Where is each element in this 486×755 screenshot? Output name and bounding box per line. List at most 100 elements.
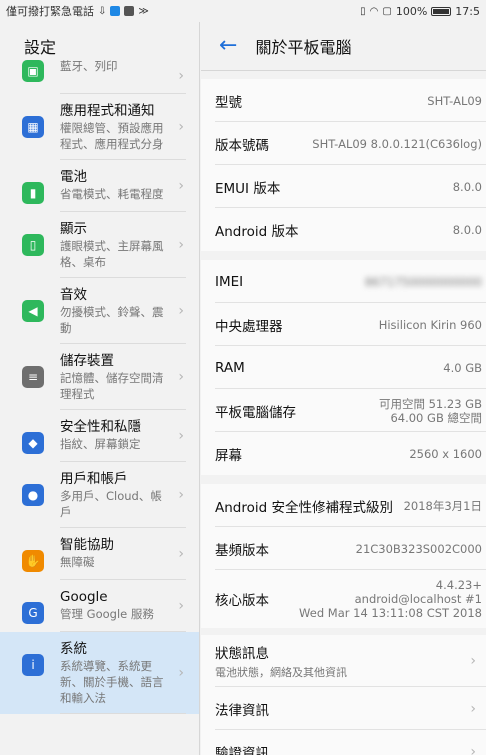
chevron-right-icon: › — [178, 369, 184, 385]
baseband-value: 21C30B323S002C000 — [355, 541, 482, 556]
settings-menu-item[interactable]: ✋ 智能協助 無障礙 › — [0, 528, 199, 580]
storage-available: 可用空間 51.23 GB — [378, 396, 482, 411]
ram-label: RAM — [215, 359, 245, 376]
android-version-label: Android 版本 — [215, 223, 299, 240]
settings-menu-item[interactable]: i 系統 系統導覽、系統更新、關於手機、語言和輸入法 › — [0, 632, 199, 714]
build-number-value: SHT-AL09 8.0.0.121(C636log) — [312, 136, 482, 151]
chevron-right-icon: › — [470, 653, 476, 669]
settings-menu-item[interactable]: ◆ 安全性和私隱 指紋、屏幕鎖定 › — [0, 410, 199, 462]
settings-menu-item[interactable]: ▣ 藍牙、列印 › — [0, 58, 199, 94]
screen-row[interactable]: 屏幕 2560 x 1600 — [201, 432, 486, 475]
about-header: ← 關於平板電腦 — [201, 22, 486, 70]
chevron-right-icon: › — [178, 119, 184, 135]
group-gap — [201, 628, 486, 635]
menu-item-subtitle: 記憶體、儲存空間清理程式 — [60, 371, 164, 401]
status-info-texts: 狀態訊息 電池狀態，網絡及其他資訊 — [215, 642, 347, 680]
menu-item-subtitle: 藍牙、列印 — [60, 59, 118, 73]
menu-item-texts: 音效勿擾模式、鈴聲、震動 — [60, 286, 186, 336]
menu-item-texts: 藍牙、列印 — [60, 58, 186, 74]
menu-item-texts: 系統 系統導覽、系統更新、關於手機、語言和輸入法 — [60, 640, 186, 706]
kernel-label: 核心版本 — [215, 593, 269, 609]
emui-version-row[interactable]: EMUI 版本 8.0.0 — [201, 165, 486, 208]
more-notifications-icon: ≫ — [138, 5, 149, 17]
security-patch-row[interactable]: Android 安全性修補程式級別 2018年3月1日 — [201, 484, 486, 527]
android-version-row[interactable]: Android 版本 8.0.0 — [201, 208, 486, 251]
chevron-right-icon: › — [178, 428, 184, 444]
about-tablet-pane: ← 關於平板電腦 型號 SHT-AL09 版本號碼 SHT-AL09 8.0.0… — [201, 22, 486, 755]
ram-value: 4.0 GB — [443, 360, 482, 375]
menu-item-title: 應用程式和通知 — [60, 103, 155, 119]
model-label: 型號 — [215, 94, 242, 111]
security-patch-label: Android 安全性修補程式級別 — [215, 499, 393, 516]
menu-item-texts: 電池 省電模式、耗電程度 — [60, 168, 186, 202]
menu-item-subtitle: 管理 Google 服務 — [60, 607, 154, 621]
menu-item-subtitle: 指紋、屏幕鎖定 — [60, 437, 141, 451]
tablet-storage-row[interactable]: 平板電腦儲存 可用空間 51.23 GB 64.00 GB 總空間 — [201, 389, 486, 432]
battery-icon — [431, 6, 452, 16]
status-info-row[interactable]: 狀態訊息 電池狀態，網絡及其他資訊 › — [201, 635, 486, 687]
status-info-sub: 電池狀態，網絡及其他資訊 — [215, 666, 347, 679]
menu-item-title: Google — [60, 589, 108, 605]
menu-item-subtitle: 勿擾模式、鈴聲、震動 — [60, 305, 164, 335]
model-row[interactable]: 型號 SHT-AL09 — [201, 79, 486, 122]
clock: 17:5 — [455, 4, 480, 18]
kernel-version: 4.4.23+ — [435, 578, 482, 592]
imei-row[interactable]: IMEI 8671750000000000 — [201, 260, 486, 303]
gallery-notification-icon — [124, 6, 135, 16]
legal-info-row[interactable]: 法律資訊 › — [201, 687, 486, 730]
more-info-group: 狀態訊息 電池狀態，網絡及其他資訊 › 法律資訊 › 驗證資訊 › — [201, 635, 486, 755]
certification-info-label: 驗證資訊 — [215, 745, 269, 755]
baseband-row[interactable]: 基頻版本 21C30B323S002C000 — [201, 527, 486, 570]
kernel-date: Wed Mar 14 13:11:08 CST 2018 — [299, 606, 482, 620]
settings-menu-item[interactable]: ▮ 電池 省電模式、耗電程度 › — [0, 160, 199, 212]
menu-item-title: 音效 — [60, 287, 87, 303]
menu-item-subtitle: 無障礙 — [60, 555, 95, 569]
menu-item-texts: Google 管理 Google 服務 — [60, 588, 186, 622]
hand-icon: ✋ — [22, 550, 44, 572]
settings-menu-item[interactable]: ≡ 儲存裝置 記憶體、儲存空間清理程式 › — [0, 344, 199, 410]
settings-menu-item[interactable]: ▦ 應用程式和通知 權限總管、預設應用程式、應用程式分身 › — [0, 94, 199, 160]
tablet-storage-value: 可用空間 51.23 GB 64.00 GB 總空間 — [379, 397, 482, 425]
legal-info-label: 法律資訊 — [215, 702, 269, 719]
battery-percent: 100% — [395, 4, 428, 18]
chevron-right-icon: › — [178, 303, 184, 319]
chevron-right-icon: › — [178, 178, 184, 194]
system-info-icon: i — [22, 654, 44, 676]
screen-label: 屏幕 — [215, 447, 242, 464]
settings-menu-item[interactable]: ▯ 顯示 護眼模式、主屏幕風格、桌布 › — [0, 212, 199, 278]
model-value: SHT-AL09 — [427, 93, 482, 108]
menu-item-title: 電池 — [60, 169, 87, 185]
menu-item-texts: 用戶和帳戶 多用戶、Cloud、帳戶 — [60, 470, 186, 520]
menu-item-texts: 智能協助 無障礙 — [60, 536, 186, 570]
menu-item-texts: 儲存裝置 記憶體、儲存空間清理程式 — [60, 352, 186, 402]
device-info-group: 型號 SHT-AL09 版本號碼 SHT-AL09 8.0.0.121(C636… — [201, 79, 486, 251]
tablet-storage-label: 平板電腦儲存 — [215, 404, 296, 421]
screen-value: 2560 x 1600 — [409, 446, 482, 461]
menu-item-texts: 顯示 護眼模式、主屏幕風格、桌布 — [60, 220, 186, 270]
google-icon: G — [22, 602, 44, 624]
menu-item-subtitle: 護眼模式、主屏幕風格、桌布 — [60, 239, 164, 269]
app-notification-icon — [110, 6, 121, 16]
build-number-row[interactable]: 版本號碼 SHT-AL09 8.0.0.121(C636log) — [201, 122, 486, 165]
device-connection-icon: ▣ — [22, 60, 44, 82]
chevron-right-icon: › — [178, 665, 184, 681]
storage-total: 64.00 GB 總空間 — [390, 410, 482, 425]
kernel-row[interactable]: 核心版本 4.4.23+ android@localhost #1 Wed Ma… — [201, 570, 486, 628]
status-bar: 僅可撥打緊急電話 ⇩ ≫ ▯ ◠ ▢ 100% 17:5 — [0, 0, 486, 22]
cpu-row[interactable]: 中央處理器 Hisilicon Kirin 960 — [201, 303, 486, 346]
certification-info-row[interactable]: 驗證資訊 › — [201, 730, 486, 755]
storage-icon: ≡ — [22, 366, 44, 388]
chevron-right-icon: › — [470, 700, 476, 717]
menu-item-texts: 安全性和私隱 指紋、屏幕鎖定 — [60, 418, 186, 452]
settings-menu-item[interactable]: ◀ 音效 勿擾模式、鈴聲、震動 › — [0, 278, 199, 344]
back-arrow-icon[interactable]: ← — [219, 35, 237, 57]
settings-menu-pane: 設定 ▣ 藍牙、列印 › ▦ 應用程式和通知 權限總管、預設應用程式、應用程式分身 › ▮ 電池… — [0, 22, 200, 755]
ram-row[interactable]: RAM 4.0 GB — [201, 346, 486, 389]
baseband-label: 基頻版本 — [215, 542, 269, 559]
settings-menu-item[interactable]: ● 用戶和帳戶 多用戶、Cloud、帳戶 › — [0, 462, 199, 528]
about-title: 關於平板電腦 — [255, 38, 352, 57]
vibrate-icon: ▯ — [360, 5, 366, 17]
settings-menu-item[interactable]: G Google 管理 Google 服務 › — [0, 580, 199, 632]
security-patch-value: 2018年3月1日 — [403, 498, 482, 513]
chevron-right-icon: › — [178, 598, 184, 614]
